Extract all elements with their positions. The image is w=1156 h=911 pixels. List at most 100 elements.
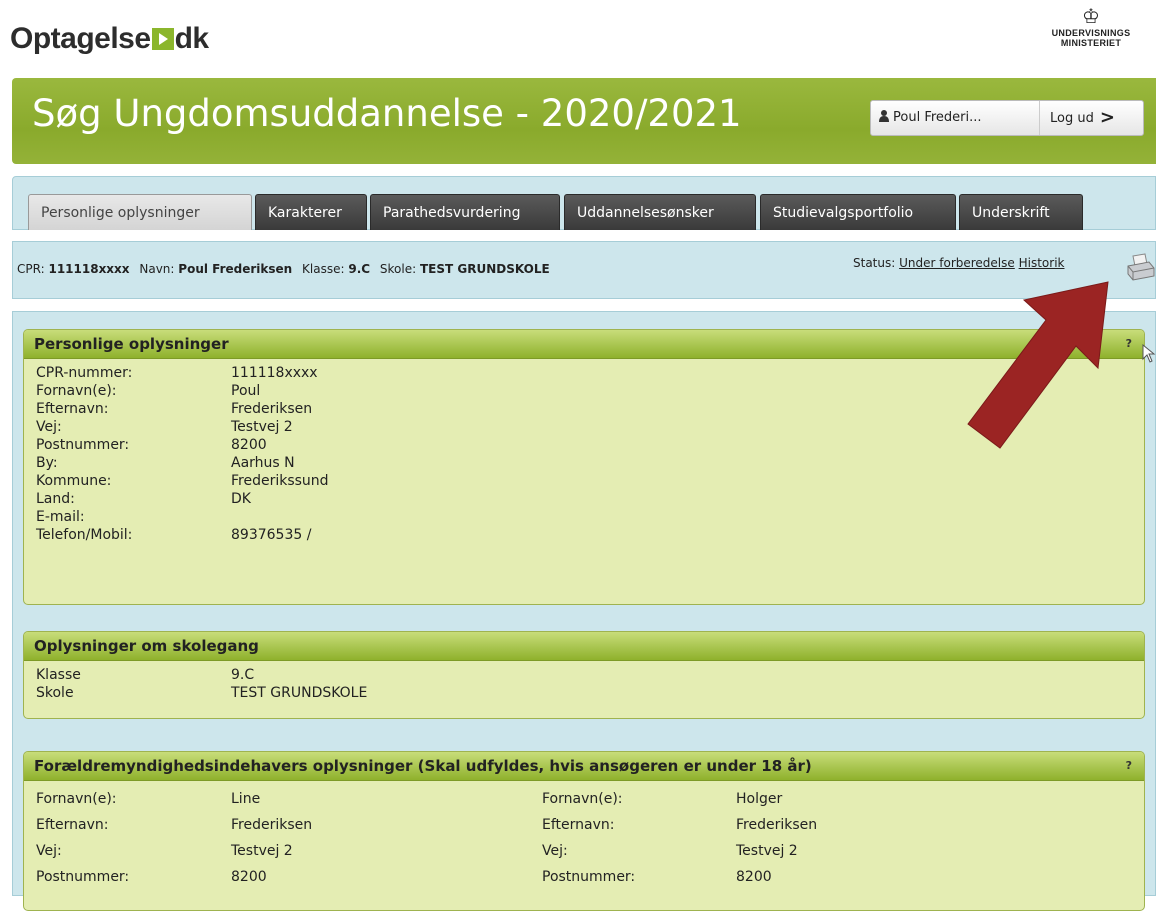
school-value: TEST GRUNDSKOLE <box>420 262 550 276</box>
info-row: Fornavn(e): Poul <box>36 382 1144 400</box>
personal-info-panel: Personlige oplysninger ? CPR-nummer: 1111… <box>23 329 1145 605</box>
field-label: Fornavn(e): <box>542 791 623 807</box>
logo-arrow-icon <box>151 28 174 50</box>
status-label: Status: <box>853 256 896 270</box>
logo-text-right: dk <box>174 22 210 55</box>
field-value: Poul <box>231 383 261 399</box>
status-link[interactable]: Under forberedelse <box>899 256 1015 270</box>
field-value: Line <box>231 791 261 807</box>
info-row: Land: DK <box>36 490 1144 508</box>
logo-text-left: Optagelse <box>10 22 151 55</box>
mouse-cursor-icon <box>1142 344 1156 363</box>
ministry-line1: UNDERVISNINGS <box>1051 28 1131 38</box>
field-label: Postnummer: <box>36 437 130 453</box>
student-info-bar: CPR: 111118xxxx Navn: Poul Frederiksen K… <box>12 241 1156 299</box>
info-row: Efternavn: Frederiksen Efternavn: Frederiks… <box>36 812 1144 838</box>
field-label: Vej: <box>36 843 62 859</box>
field-value: 8200 <box>736 869 772 885</box>
school-info-rows: Klasse 9.C Skole TEST GRUNDSKOLE <box>24 661 1144 702</box>
tab-studievalgsportfolio[interactable]: Studievalgsportfolio <box>760 194 956 230</box>
field-value: Frederiksen <box>231 401 313 417</box>
personal-info-header: Personlige oplysninger ? <box>24 330 1144 359</box>
field-value: Testvej 2 <box>231 419 293 435</box>
help-icon[interactable]: ? <box>1126 330 1132 358</box>
info-row: Vej: Testvej 2 Vej: Testvej 2 <box>36 838 1144 864</box>
page-title: Søg Ungdomsuddannelse - 2020/2021 <box>32 92 742 135</box>
user-box: Poul Frederi... Log ud > <box>870 100 1144 136</box>
crown-icon: ♔ <box>1082 6 1100 28</box>
info-row: Skole TEST GRUNDSKOLE <box>36 684 1144 702</box>
school-info-header: Oplysninger om skolegang <box>24 632 1144 661</box>
info-row: CPR-nummer: 111118xxxx <box>36 364 1144 382</box>
field-value: Frederiksen <box>231 817 313 833</box>
field-value: TEST GRUNDSKOLE <box>231 685 368 701</box>
tab-karakterer[interactable]: Karakterer <box>255 194 367 230</box>
field-label: Efternavn: <box>542 817 615 833</box>
field-value: 89376535 / <box>231 527 312 543</box>
field-label: Kommune: <box>36 473 112 489</box>
cpr-label: CPR: <box>17 262 45 276</box>
help-icon[interactable]: ? <box>1126 752 1132 780</box>
info-row: Telefon/Mobil: 89376535 / <box>36 526 1144 544</box>
field-label: CPR-nummer: <box>36 365 133 381</box>
printer-icon[interactable] <box>1125 252 1155 282</box>
student-facts: CPR: 111118xxxx Navn: Poul Frederiksen K… <box>17 262 550 276</box>
name-label: Navn: <box>139 262 175 276</box>
school-label: Skole: <box>379 262 417 276</box>
user-button[interactable]: Poul Frederi... <box>879 101 1039 135</box>
class-value: 9.C <box>348 262 371 276</box>
field-label: Vej: <box>542 843 568 859</box>
ministry-line2: MINISTERIET <box>1060 38 1122 48</box>
field-value: Frederiksen <box>736 817 818 833</box>
cpr-value: 111118xxxx <box>48 262 130 276</box>
info-row: Postnummer: 8200 <box>36 436 1144 454</box>
field-label: Postnummer: <box>542 869 636 885</box>
field-label: Efternavn: <box>36 817 109 833</box>
main-content: Personlige oplysninger ? CPR-nummer: 1111… <box>12 311 1156 911</box>
field-value: Aarhus N <box>231 455 295 471</box>
info-row: Postnummer: 8200 Postnummer: 8200 <box>36 864 1144 890</box>
field-value: DK <box>231 491 251 507</box>
personal-info-title: Personlige oplysninger <box>34 335 229 353</box>
field-label: Klasse <box>36 667 81 683</box>
field-label: Telefon/Mobil: <box>36 527 133 543</box>
guardian-info-title: Forældremyndighedsindehavers oplysninger… <box>34 757 812 775</box>
ministry-logo: ♔ UNDERVISNINGS MINISTERIET <box>1036 6 1146 48</box>
field-label: Postnummer: <box>36 869 130 885</box>
field-label: Fornavn(e): <box>36 383 117 399</box>
info-row: E-mail: <box>36 508 1144 526</box>
field-label: Land: <box>36 491 75 507</box>
field-value: Testvej 2 <box>231 843 293 859</box>
name-value: Poul Frederiksen <box>178 262 293 276</box>
guardian-info-panel: Forældremyndighedsindehavers oplysninger… <box>23 751 1145 911</box>
info-row: Klasse 9.C <box>36 666 1144 684</box>
field-value: 8200 <box>231 869 267 885</box>
field-value: 8200 <box>231 437 267 453</box>
logout-label: Log ud <box>1050 111 1094 126</box>
info-row: By: Aarhus N <box>36 454 1144 472</box>
info-row: Vej: Testvej 2 <box>36 418 1144 436</box>
field-value: Holger <box>736 791 783 807</box>
tab-personlige-oplysninger[interactable]: Personlige oplysninger <box>28 194 252 230</box>
user-name: Poul Frederi... <box>893 110 982 125</box>
field-value: 9.C <box>231 667 255 683</box>
optagelse-logo[interactable]: Optagelse dk <box>10 22 209 56</box>
chevron-right-icon: > <box>1099 107 1115 128</box>
field-label: By: <box>36 455 58 471</box>
field-label: Efternavn: <box>36 401 109 417</box>
tab-uddannelsesonsker[interactable]: Uddannelsesønsker <box>564 194 756 230</box>
logout-button[interactable]: Log ud > <box>1039 101 1143 135</box>
info-row: Efternavn: Frederiksen <box>36 400 1144 418</box>
tab-underskrift[interactable]: Underskrift <box>959 194 1083 230</box>
field-label: E-mail: <box>36 509 85 525</box>
school-info-title: Oplysninger om skolegang <box>34 637 259 655</box>
page-header: Søg Ungdomsuddannelse - 2020/2021 Poul F… <box>12 78 1156 164</box>
history-link[interactable]: Historik <box>1019 256 1065 270</box>
field-value: Frederikssund <box>231 473 329 489</box>
school-info-panel: Oplysninger om skolegang Klasse 9.C Skole… <box>23 631 1145 719</box>
field-label: Skole <box>36 685 74 701</box>
tab-parathedsvurdering[interactable]: Parathedsvurdering <box>370 194 560 230</box>
field-value: Testvej 2 <box>736 843 798 859</box>
class-label: Klasse: <box>302 262 345 276</box>
field-label: Vej: <box>36 419 62 435</box>
